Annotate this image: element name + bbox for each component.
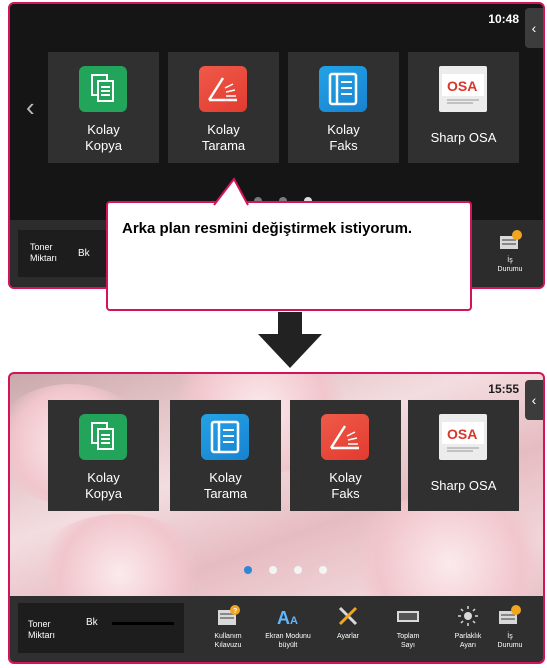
settings-button[interactable]: Ayarlar	[318, 604, 378, 641]
tile-easy-fax[interactable]: Kolay Faks	[288, 52, 399, 163]
callout-pointer	[213, 177, 249, 206]
toner-label: Toner Miktarı	[28, 619, 55, 640]
tile-easy-fax[interactable]: Kolay Faks	[290, 400, 401, 511]
settings-icon	[338, 606, 358, 626]
tile-label: Kolay Tarama	[203, 470, 248, 501]
tile-easy-scan[interactable]: Kolay Tarama	[168, 52, 279, 163]
bar-item-label: Ayarlar	[336, 633, 360, 640]
tile-label: Kolay Faks	[329, 470, 362, 501]
tile-sharp-osa[interactable]: OSA Sharp OSA	[408, 52, 519, 163]
tile-label: Kolay Tarama	[201, 122, 246, 153]
page-indicator	[244, 566, 327, 574]
enlarge-display-icon: AA	[277, 608, 298, 628]
arrow-down-icon	[258, 312, 322, 368]
bottom-toolbar: Toner Miktarı Bk ? Kullanım Kılavuzu AA …	[10, 596, 543, 662]
fax-icon	[319, 66, 367, 112]
tile-label: Sharp OSA	[430, 130, 497, 145]
osa-icon: OSA	[439, 66, 487, 112]
page-dot-active[interactable]	[244, 566, 252, 574]
scan-icon	[199, 66, 247, 112]
bk-label: Bk	[78, 248, 90, 259]
bk-label: Bk	[86, 617, 98, 628]
fax-icon	[201, 414, 249, 460]
user-manual-button[interactable]: ? Kullanım Kılavuzu	[198, 604, 258, 650]
job-status-icon	[500, 230, 522, 249]
tile-sharp-osa[interactable]: OSA Sharp OSA	[408, 400, 519, 511]
chevron-left-icon: ‹	[531, 20, 537, 36]
toner-level[interactable]: Toner Miktarı Bk	[18, 230, 108, 277]
collapse-tab[interactable]: ‹	[525, 380, 543, 420]
callout-text: Arka plan resmini değiştirmek istiyorum.	[122, 220, 413, 237]
page-dot[interactable]	[294, 566, 302, 574]
tile-label: Sharp OSA	[430, 478, 497, 493]
clock: 10:48	[488, 12, 519, 26]
copy-icon	[79, 414, 127, 460]
tile-label: Kolay Kopya	[85, 470, 122, 501]
tile-easy-copy[interactable]: Kolay Kopya	[48, 52, 159, 163]
chevron-left-icon: ‹	[531, 392, 537, 408]
job-status-icon	[499, 605, 521, 624]
job-status-button[interactable]: İş Durumu	[480, 230, 540, 274]
page-dot[interactable]	[319, 566, 327, 574]
osa-icon: OSA	[439, 414, 487, 460]
callout-box: Arka plan resmini değiştirmek istiyorum.	[106, 177, 472, 311]
previous-page-arrow-icon[interactable]: ‹	[26, 92, 35, 123]
toner-label: Toner Miktarı	[30, 242, 57, 263]
touchscreen-after: 15:55 ‹ Kolay Kopya Kolay Tarama Kolay F…	[8, 372, 545, 664]
job-status-button[interactable]: İş Durumu	[480, 604, 540, 650]
job-status-label: İş Durumu	[497, 257, 523, 273]
svg-text:OSA: OSA	[447, 426, 477, 442]
svg-text:OSA: OSA	[447, 78, 477, 94]
toner-level[interactable]: Toner Miktarı Bk	[18, 603, 184, 653]
scan-icon	[321, 414, 369, 460]
svg-text:A: A	[290, 615, 298, 627]
copy-icon	[79, 66, 127, 112]
bar-item-label: İş Durumu	[497, 633, 523, 649]
bar-item-label: Ekran Modunu büyült	[265, 633, 311, 649]
total-count-icon	[397, 611, 419, 622]
clock: 15:55	[488, 382, 519, 396]
svg-text:?: ?	[233, 608, 237, 615]
tile-easy-copy[interactable]: Kolay Kopya	[48, 400, 159, 511]
bar-item-label: Toplam Sayı	[396, 633, 420, 649]
toner-bar	[112, 622, 174, 625]
collapse-tab[interactable]: ‹	[525, 8, 543, 48]
total-count-button[interactable]: Toplam Sayı	[378, 604, 438, 650]
brightness-icon	[458, 606, 478, 626]
svg-text:A: A	[277, 608, 290, 628]
enlarge-display-button[interactable]: AA Ekran Modunu büyült	[258, 604, 318, 650]
manual-icon: ?	[218, 605, 240, 625]
tile-easy-scan[interactable]: Kolay Tarama	[170, 400, 281, 511]
tile-label: Kolay Faks	[327, 122, 360, 153]
tile-label: Kolay Kopya	[85, 122, 122, 153]
bar-item-label: Kullanım Kılavuzu	[214, 633, 242, 649]
page-dot[interactable]	[269, 566, 277, 574]
